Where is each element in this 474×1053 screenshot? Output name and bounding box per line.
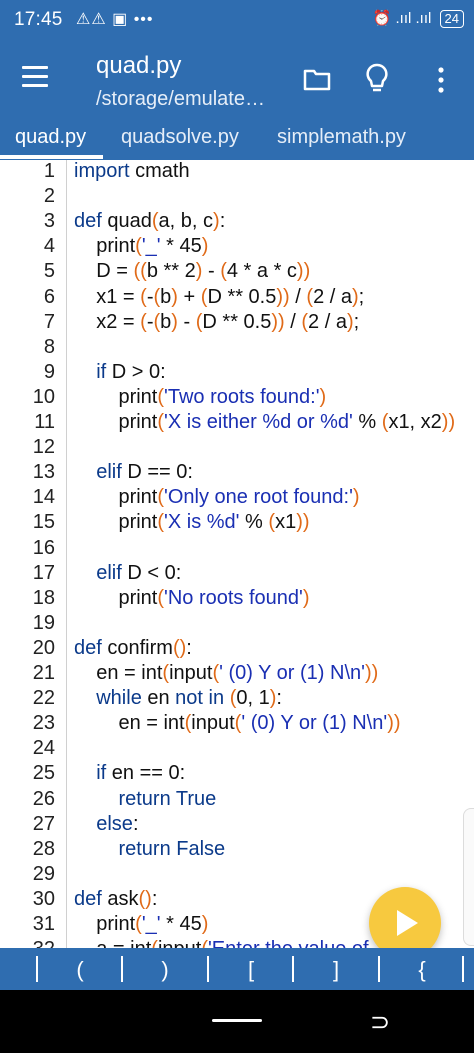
code-line[interactable]: en = int(input(' (0) Y or (1) N\n')) (74, 662, 378, 685)
line-number: 7 (43, 310, 55, 333)
gutter-divider (66, 160, 67, 948)
lightbulb-icon[interactable] (364, 63, 390, 95)
line-number: 9 (43, 360, 55, 383)
code-line[interactable]: import cmath (74, 160, 190, 183)
line-number: 31 (32, 913, 55, 935)
line-number: 6 (43, 285, 55, 308)
line-number: 8 (43, 335, 55, 358)
code-editor[interactable]: 1 2 3 4 5 6 7 8 9 10 11 12 13 14 15 16 17 18 19 20 21 22 23 24 2… (0, 160, 474, 948)
tab-simplemath[interactable]: simplemath.py (277, 126, 406, 149)
line-number: 30 (32, 887, 55, 910)
more-vert-icon[interactable] (433, 66, 449, 94)
line-number: 3 (43, 210, 55, 233)
code-line[interactable]: en = int(input(' (0) Y or (1) N\n')) (74, 712, 400, 735)
code-line[interactable]: elif D < 0: (74, 562, 181, 585)
status-time: 17:45 (14, 9, 63, 30)
code-line[interactable]: a = int(input('Enter the value of (74, 938, 368, 948)
symbol-open-bracket[interactable]: [ (231, 957, 271, 983)
code-line[interactable]: return False (74, 838, 225, 861)
code-line[interactable]: print('Only one root found:') (74, 486, 359, 509)
line-number: 12 (32, 436, 55, 459)
line-number: 5 (43, 260, 55, 283)
folder-icon[interactable] (303, 65, 331, 93)
play-icon (397, 910, 418, 936)
home-pill[interactable] (212, 1019, 262, 1022)
tab-quadsolve[interactable]: quadsolve.py (121, 126, 239, 149)
symbol-separator (292, 956, 294, 982)
code-line[interactable]: print('X is %d' % (x1)) (74, 511, 309, 534)
line-number: 24 (32, 737, 55, 760)
tab-quad[interactable]: quad.py (15, 126, 86, 149)
status-bar: 17:45 ⚠⚠ ▣ ••• ⏰ .ııl .ııl 24 (0, 0, 474, 40)
symbol-close-paren[interactable]: ) (145, 957, 185, 983)
status-system-icons: ⏰ .ııl .ııl 24 (373, 9, 464, 28)
menu-icon[interactable] (22, 66, 48, 88)
line-number: 16 (32, 536, 55, 559)
line-number: 14 (32, 486, 55, 509)
code-line[interactable]: if D > 0: (74, 361, 165, 384)
line-number: 27 (32, 812, 55, 835)
code-line[interactable]: def quad(a, b, c): (74, 210, 225, 233)
system-nav-bar: ⊃ (0, 990, 474, 1053)
code-line[interactable]: def ask(): (74, 888, 157, 911)
signal-icons: ⏰ .ııl .ııl (372, 10, 432, 27)
line-number: 17 (32, 561, 55, 584)
line-number: 1 (43, 160, 55, 182)
line-number: 2 (43, 185, 55, 208)
symbol-open-brace[interactable]: { (402, 957, 442, 983)
line-number: 23 (32, 712, 55, 735)
code-line[interactable]: while en not in (0, 1): (74, 687, 282, 710)
symbol-separator (207, 956, 209, 982)
app-bar: quad.py /storage/emulate… (0, 40, 474, 120)
code-line[interactable]: print('_' * 45) (74, 913, 208, 936)
line-number: 26 (32, 787, 55, 810)
symbol-close-bracket[interactable]: ] (316, 957, 356, 983)
line-number: 13 (32, 461, 55, 484)
symbol-bar: ( ) [ ] { (0, 948, 474, 990)
line-number: 32 (0, 938, 55, 948)
line-number: 20 (32, 636, 55, 659)
code-line[interactable]: print('_' * 45) (74, 235, 208, 258)
code-line[interactable]: D = ((b ** 2) - (4 * a * c)) (74, 260, 310, 283)
line-number: 28 (32, 837, 55, 860)
battery-icon: 24 (439, 10, 464, 28)
code-line[interactable]: elif D == 0: (74, 461, 193, 484)
symbol-separator (36, 956, 38, 982)
symbol-separator (462, 956, 464, 982)
line-number: 21 (32, 662, 55, 684)
code-line[interactable]: print('No roots found') (74, 587, 309, 610)
code-line[interactable]: print('X is either %d or %d' % (x1, x2)) (74, 411, 455, 434)
code-line[interactable]: else: (74, 813, 138, 836)
status-notification-icons: ⚠⚠ ▣ ••• (76, 11, 154, 28)
code-line[interactable]: if en == 0: (74, 762, 185, 785)
code-line[interactable]: return True (74, 788, 216, 811)
line-number: 29 (32, 862, 55, 885)
line-number: 22 (32, 687, 55, 710)
code-line[interactable]: print('Two roots found:') (74, 386, 326, 409)
line-number: 15 (32, 511, 55, 534)
file-title: quad.py (96, 52, 182, 79)
line-number: 25 (32, 762, 55, 785)
tab-bar: quad.py quadsolve.py simplemath.py (0, 120, 474, 160)
symbol-separator (378, 956, 380, 982)
active-tab-indicator (0, 155, 103, 159)
back-icon[interactable]: ⊃ (370, 1008, 390, 1037)
code-line[interactable]: x1 = (-(b) + (D ** 0.5)) / (2 / a); (74, 286, 364, 309)
line-number: 19 (32, 611, 55, 634)
line-number: 4 (43, 235, 55, 258)
symbol-separator (121, 956, 123, 982)
symbol-open-paren[interactable]: ( (60, 957, 100, 983)
line-number-gutter: 1 2 3 4 5 6 7 8 9 10 11 12 13 14 15 16 17 18 19 20 21 22 23 24 2… (0, 160, 63, 948)
file-path: /storage/emulate… (96, 88, 265, 110)
code-area[interactable]: import cmath def quad(a, b, c): print('_'… (74, 160, 474, 948)
line-number: 10 (32, 385, 55, 408)
line-number: 18 (32, 586, 55, 609)
code-line[interactable]: def confirm(): (74, 637, 192, 660)
line-number: 11 (34, 411, 55, 433)
code-line[interactable]: x2 = (-(b) - (D ** 0.5)) / (2 / a); (74, 311, 359, 334)
scroll-handle[interactable] (463, 808, 474, 946)
